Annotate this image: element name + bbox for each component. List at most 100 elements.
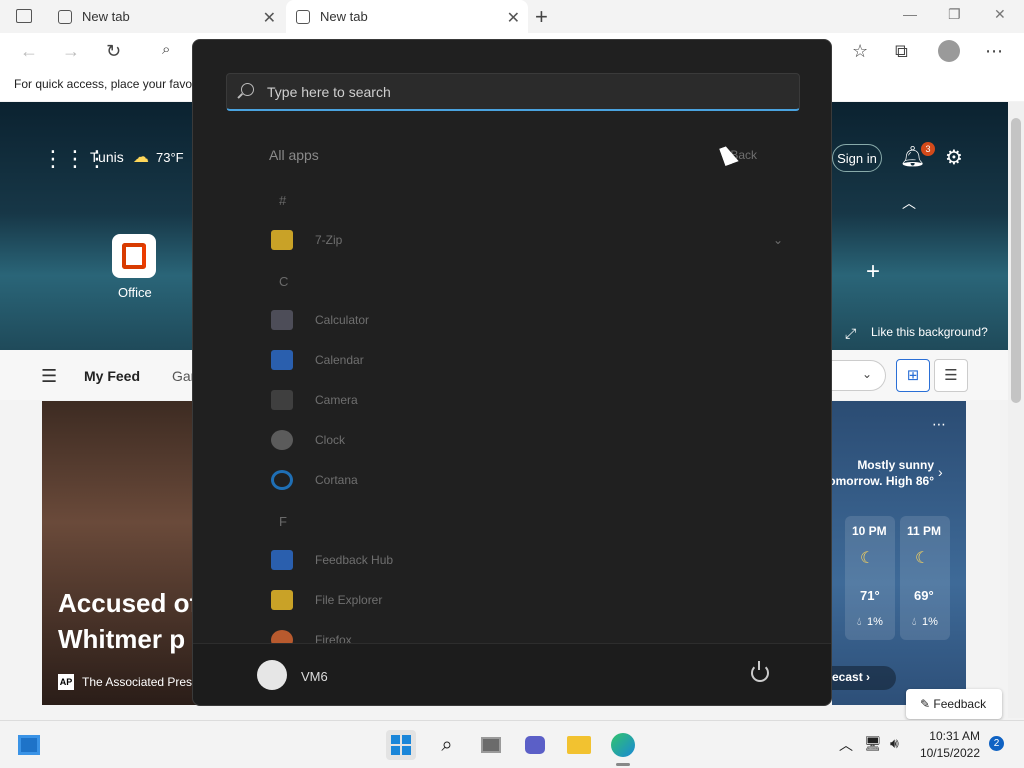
- back-arrow-icon[interactable]: ←: [20, 41, 38, 62]
- feedback-hub-icon: [271, 550, 293, 570]
- weather-next-chevron-icon[interactable]: ›: [938, 464, 943, 480]
- weather-card-more-icon[interactable]: ⋯: [932, 416, 946, 433]
- refresh-icon[interactable]: ↻: [106, 41, 121, 62]
- section-letter-c[interactable]: C: [279, 274, 288, 289]
- collections-icon[interactable]: ⧉: [895, 41, 908, 62]
- grid-view-icon[interactable]: ⊞: [896, 359, 930, 392]
- user-name[interactable]: VM6: [301, 669, 328, 684]
- page-settings-gear-icon[interactable]: ⚙: [945, 145, 963, 170]
- app-cortana[interactable]: Cortana: [271, 468, 358, 492]
- clock-time[interactable]: 10:31 AM: [908, 729, 980, 743]
- tab-label: New tab: [82, 9, 130, 24]
- favorites-hint-text: For quick access, place your favo: [14, 77, 193, 91]
- section-letter-hash[interactable]: #: [279, 193, 286, 208]
- app-name: Cortana: [315, 473, 358, 487]
- app-name: Clock: [315, 433, 346, 447]
- favorites-star-icon[interactable]: ☆: [852, 41, 868, 62]
- close-window-icon[interactable]: ✕: [994, 6, 1006, 23]
- news-source: The Associated Press: [82, 675, 199, 689]
- address-search-icon[interactable]: ⌕: [162, 41, 170, 58]
- app-clock[interactable]: Clock: [271, 428, 345, 452]
- start-search-input[interactable]: [267, 74, 787, 110]
- search-taskbar-icon[interactable]: ⌕: [432, 730, 462, 760]
- app-7zip[interactable]: 7-Zip: [271, 228, 342, 252]
- news-headline-line-2: Whitmer p: [58, 624, 186, 654]
- app-calendar[interactable]: Calendar: [271, 348, 364, 372]
- news-card[interactable]: [42, 401, 202, 705]
- forecast-link-label: ecast: [832, 670, 863, 684]
- office-logo-icon: [122, 243, 146, 269]
- forward-arrow-icon[interactable]: →: [62, 41, 80, 62]
- tab-favicon-icon: [58, 9, 72, 24]
- restore-icon[interactable]: ❐: [948, 6, 961, 23]
- feedback-icon: ✎: [920, 697, 931, 711]
- minimize-icon[interactable]: —: [903, 6, 917, 22]
- weather-sun-icon: ☁: [133, 149, 149, 166]
- app-name: Calculator: [315, 313, 370, 327]
- like-background-link[interactable]: Like this background?: [871, 325, 988, 339]
- tab-close-icon[interactable]: ✕: [507, 8, 520, 28]
- camera-icon: [271, 390, 293, 410]
- forecast-time: 11 PM: [907, 524, 942, 538]
- expand-icon[interactable]: ⤢: [845, 325, 856, 342]
- all-apps-title: All apps: [269, 147, 319, 163]
- start-button[interactable]: [386, 730, 416, 760]
- chevron-down-icon[interactable]: ⌄: [773, 233, 783, 247]
- page-scrollbar-thumb[interactable]: [1011, 118, 1021, 403]
- forecast-link[interactable]: ecast ›: [832, 666, 896, 690]
- forecast-time: 10 PM: [852, 524, 887, 538]
- section-letter-f[interactable]: F: [279, 514, 287, 529]
- app-name: 7-Zip: [315, 233, 343, 247]
- layout-dropdown-chevron-icon[interactable]: ⌄: [832, 360, 886, 391]
- forecast-temp: 69°: [914, 588, 934, 603]
- tray-overflow-chevron-icon[interactable]: ︿: [839, 735, 853, 755]
- news-headline[interactable]: Accused of Whitmer p: [58, 585, 198, 657]
- weather-summary-line-2: omorrow. High 86°: [828, 474, 934, 488]
- feedback-label: Feedback: [933, 697, 987, 711]
- weather-location[interactable]: Tunis: [90, 149, 124, 165]
- volume-icon[interactable]: 🔊︎: [890, 735, 899, 752]
- clock-date[interactable]: 10/15/2022: [908, 746, 980, 760]
- weather-summary: Mostly sunny omorrow. High 86°: [826, 457, 934, 489]
- moon-cloud-icon: ☾: [860, 550, 875, 567]
- clock-icon: [271, 430, 293, 450]
- file-explorer-taskbar-icon[interactable]: [564, 730, 594, 760]
- start-search-box[interactable]: [226, 73, 800, 111]
- teams-chat-icon[interactable]: [520, 730, 550, 760]
- add-tile-icon[interactable]: +: [866, 258, 880, 286]
- weather-summary-line-1: Mostly sunny: [857, 458, 934, 472]
- notification-center-badge[interactable]: 2: [989, 736, 1004, 751]
- browser-tab-bar: New tab ✕ New tab ✕ + — ❐ ✕: [0, 0, 1024, 33]
- notifications-badge: 3: [921, 142, 935, 156]
- office-tile[interactable]: [112, 234, 156, 278]
- calendar-icon: [271, 350, 293, 370]
- app-feedback-hub[interactable]: Feedback Hub: [271, 548, 393, 572]
- app-camera[interactable]: Camera: [271, 388, 358, 412]
- cortana-icon: [271, 470, 293, 490]
- app-calculator[interactable]: Calculator: [271, 308, 369, 332]
- tab-close-icon[interactable]: ✕: [263, 8, 276, 28]
- widgets-icon[interactable]: [14, 730, 44, 760]
- power-icon[interactable]: [751, 661, 769, 682]
- new-tab-button[interactable]: +: [535, 4, 548, 30]
- edge-browser-icon[interactable]: [608, 730, 638, 760]
- list-view-icon[interactable]: ☰: [934, 359, 968, 392]
- collapse-chevron-icon[interactable]: ︿: [902, 193, 916, 213]
- tab-new-tab-2[interactable]: New tab ✕: [286, 0, 528, 33]
- feedback-button[interactable]: ✎ Feedback: [906, 689, 1002, 719]
- profile-avatar[interactable]: [938, 40, 960, 62]
- settings-more-icon[interactable]: ⋯: [985, 41, 1003, 62]
- file-explorer-icon: [271, 590, 293, 610]
- feed-menu-icon[interactable]: ☰: [41, 366, 57, 387]
- tab-new-tab-1[interactable]: New tab ✕: [50, 0, 284, 33]
- news-headline-line-1: Accused of: [58, 588, 199, 618]
- app-name: File Explorer: [315, 593, 383, 607]
- app-name: Calendar: [315, 353, 364, 367]
- network-icon[interactable]: 🖥︎: [864, 735, 882, 752]
- tab-my-feed[interactable]: My Feed: [84, 368, 140, 384]
- sign-in-button[interactable]: Sign in: [832, 144, 882, 172]
- app-file-explorer[interactable]: File Explorer: [271, 588, 382, 612]
- user-avatar-icon[interactable]: [257, 660, 287, 690]
- task-view-icon[interactable]: [476, 730, 506, 760]
- tab-actions-icon[interactable]: [16, 9, 32, 23]
